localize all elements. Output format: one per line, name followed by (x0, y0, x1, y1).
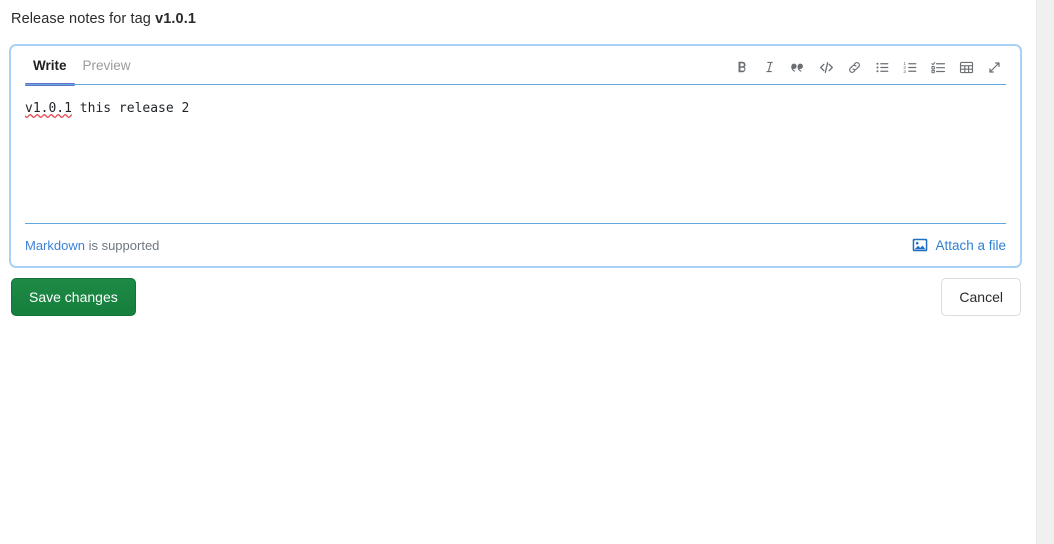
attach-a-file-button[interactable]: Attach a file (912, 237, 1006, 253)
editor-toolbar: 1 2 3 (728, 54, 1008, 80)
editor-tab-list: Write Preview 1 2 3 (11, 46, 1020, 86)
misspelled-word: v1.0.1 (25, 101, 72, 116)
cancel-button[interactable]: Cancel (941, 278, 1021, 316)
tab-preview[interactable]: Preview (75, 46, 139, 84)
svg-text:3: 3 (903, 69, 906, 74)
page-content: Release notes for tag v1.0.1 Write Previ… (0, 0, 1036, 544)
table-icon[interactable] (952, 54, 980, 80)
markdown-link[interactable]: Markdown (25, 238, 85, 253)
fullscreen-icon[interactable] (980, 54, 1008, 80)
link-icon[interactable] (840, 54, 868, 80)
page-title-prefix: Release notes for tag (11, 11, 156, 27)
quote-icon[interactable] (784, 54, 812, 80)
bold-icon[interactable] (728, 54, 756, 80)
toolbar-divider (25, 84, 1006, 85)
code-icon[interactable] (812, 54, 840, 80)
attach-a-file-label: Attach a file (935, 237, 1006, 253)
textarea-rest: this release 2 (71, 101, 190, 116)
image-icon (912, 237, 928, 253)
form-actions: Save changes Cancel (0, 278, 1036, 318)
tab-write[interactable]: Write (25, 46, 75, 86)
page-scrollbar[interactable] (1036, 0, 1054, 544)
page-title-tag: v1.0.1 (155, 11, 196, 27)
save-changes-button[interactable]: Save changes (11, 278, 136, 316)
numbered-list-icon[interactable]: 1 2 3 (896, 54, 924, 80)
markdown-supported-note: Markdown is supported (25, 238, 159, 253)
release-notes-editor: Write Preview 1 2 3 v1.0.1 this release … (9, 44, 1022, 268)
italic-icon[interactable] (756, 54, 784, 80)
bulleted-list-icon[interactable] (868, 54, 896, 80)
editor-footer: Markdown is supported Attach a file (25, 224, 1006, 266)
page-title: Release notes for tag v1.0.1 (0, 0, 1036, 27)
task-list-icon[interactable] (924, 54, 952, 80)
markdown-suffix: is supported (84, 237, 160, 253)
